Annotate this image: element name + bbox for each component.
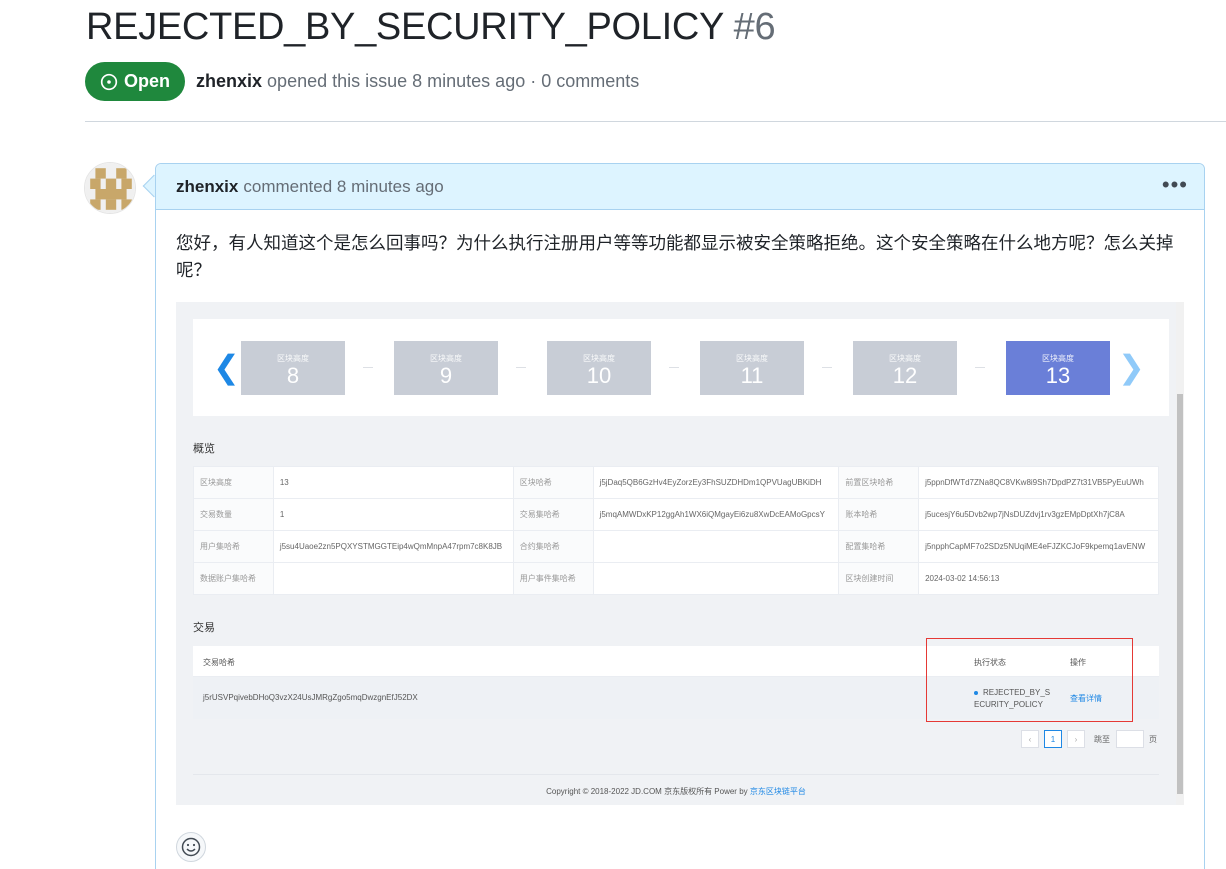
issue-meta-text: opened this issue 8 minutes ago · 0 comm… — [267, 71, 640, 91]
field-label: 区块哈希 — [512, 466, 594, 499]
add-reaction-button[interactable] — [176, 832, 206, 862]
page-suffix: 页 — [1149, 735, 1157, 744]
field-label: 交易数量 — [193, 498, 274, 531]
field-label: 区块创建时间 — [838, 562, 920, 595]
issue-opened-icon — [100, 73, 118, 90]
block-card[interactable]: 区块高度 10 — [547, 341, 651, 395]
block-card[interactable]: 区块高度 11 — [700, 341, 804, 395]
block-card-label: 区块高度 — [889, 354, 921, 363]
carousel-separator — [516, 367, 526, 368]
header-divider — [85, 121, 1226, 122]
avatar[interactable] — [84, 162, 136, 214]
footer-divider — [193, 774, 1159, 775]
copyright: Copyright © 2018-2022 JD.COM 京东版权所有 Powe… — [176, 786, 1176, 797]
embedded-screenshot[interactable]: ❮ 区块高度 8 区块高度 9 区块高度 10 区块高度 11 区块高度 12 区块高度 13 ❯ 概… — [176, 302, 1184, 805]
page-1-button[interactable]: 1 — [1044, 730, 1062, 748]
field-value: j5ucesjY6u5Dvb2wp7jNsDUZdvj1rv3gzEMpDptX… — [918, 498, 1159, 531]
copyright-text: Copyright © 2018-2022 JD.COM 京东版权所有 Powe… — [546, 787, 748, 796]
block-card[interactable]: 区块高度 13 — [1006, 341, 1110, 395]
state-label: Open — [123, 71, 170, 91]
field-value: 1 — [272, 498, 514, 531]
block-card-label: 区块高度 — [430, 354, 462, 363]
field-label: 区块高度 — [193, 466, 274, 499]
carousel-separator — [363, 367, 373, 368]
scrollbar-thumb[interactable] — [1177, 394, 1183, 794]
block-card-height: 9 — [439, 363, 453, 388]
block-card-height: 10 — [586, 363, 612, 388]
open-state-badge: Open — [85, 62, 185, 101]
field-value: j5su4Uaoe2zn5PQXYSTMGGTEip4wQmMnpA47rpm7… — [272, 530, 514, 563]
scrollbar[interactable] — [1176, 302, 1184, 805]
overview-title: 概览 — [193, 443, 215, 455]
issue-title-text: REJECTED_BY_SECURITY_POLICY — [86, 6, 724, 48]
block-carousel: ❮ 区块高度 8 区块高度 9 区块高度 10 区块高度 11 区块高度 12 区块高度 13 ❯ — [193, 319, 1169, 416]
block-card-height: 11 — [740, 363, 764, 388]
field-value: j5npphCapMF7o2SDz5NUqiME4eFJZKCJoF9kpemq… — [918, 530, 1159, 563]
jump-label: 跳至 — [1094, 735, 1110, 744]
field-label: 用户事件集哈希 — [512, 562, 594, 595]
overview-table: 区块高度 13 区块哈希 j5jDaq5QB6GzHv4EyZorzEy3FhSUZD… — [193, 466, 1159, 595]
highlight-box — [926, 638, 1133, 722]
field-label: 用户集哈希 — [193, 530, 274, 563]
block-card[interactable]: 区块高度 12 — [853, 341, 957, 395]
carousel-separator — [975, 367, 985, 368]
field-label: 合约集哈希 — [512, 530, 594, 563]
field-value: 13 — [272, 466, 514, 499]
chevron-left-icon: ❮ — [213, 349, 240, 385]
smiley-icon — [181, 837, 201, 857]
issue-number: #6 — [733, 6, 776, 48]
comment-box: zhenxix commented 8 minutes ago ••• 您好，有… — [155, 163, 1205, 869]
field-label: 账本哈希 — [838, 498, 920, 531]
field-value — [272, 562, 514, 595]
field-value: j5mqAMWDxKP12ggAh1WX6iQMgayEi6zu8XwDcEAM… — [592, 498, 840, 531]
field-value: 2024-03-02 14:56:13 — [918, 562, 1159, 595]
tx-hash: j5rUSVPqivebDHoQ3vzX24UsJMRgZgo5mqDwzgnE… — [203, 693, 418, 702]
block-card[interactable]: 区块高度 8 — [241, 341, 345, 395]
comment-body: 您好，有人知道这个是怎么回事吗？为什么执行注册用户等等功能都显示被安全策略拒绝。… — [176, 233, 1174, 280]
field-value — [592, 530, 840, 563]
comment-author-link[interactable]: zhenxix — [176, 177, 238, 197]
block-card-height: 12 — [892, 363, 918, 388]
field-value: j5ppnDfWTd7ZNa8QC8VKw8i9Sh7DpdPZ7t31VB5P… — [918, 466, 1159, 499]
field-label: 交易集哈希 — [512, 498, 594, 531]
jump-page-input[interactable] — [1116, 730, 1144, 748]
block-card-label: 区块高度 — [1042, 354, 1074, 363]
issue-title: REJECTED_BY_SECURITY_POLICY #6 — [86, 6, 776, 49]
transactions-title: 交易 — [193, 622, 215, 634]
table-row: 数据账户集哈希 用户事件集哈希 区块创建时间 2024-03-02 14:56:13 — [193, 562, 1159, 595]
field-value: j5jDaq5QB6GzHv4EyZorzEy3FhSUZDHDm1QPVUag… — [592, 466, 840, 499]
issue-author-link[interactable]: zhenxix — [196, 71, 262, 91]
block-card-label: 区块高度 — [736, 354, 768, 363]
comment-header: zhenxix commented 8 minutes ago ••• — [156, 164, 1204, 210]
carousel-separator — [822, 367, 832, 368]
field-label: 配置集哈希 — [838, 530, 920, 563]
platform-link[interactable]: 京东区块链平台 — [750, 787, 806, 796]
issue-meta: zhenxix opened this issue 8 minutes ago … — [196, 71, 639, 92]
block-card-height: 8 — [286, 363, 300, 388]
prev-page-button[interactable]: ‹ — [1021, 730, 1039, 748]
next-page-button[interactable]: › — [1067, 730, 1085, 748]
block-card-label: 区块高度 — [583, 354, 615, 363]
block-card-height: 13 — [1045, 363, 1071, 388]
kebab-menu-icon[interactable]: ••• — [1162, 174, 1188, 196]
field-label: 前置区块哈希 — [838, 466, 920, 499]
chevron-right-icon: ❯ — [1118, 349, 1145, 385]
comment-timestamp[interactable]: commented 8 minutes ago — [243, 177, 443, 197]
table-row: 用户集哈希 j5su4Uaoe2zn5PQXYSTMGGTEip4wQmMnpA4… — [193, 530, 1159, 563]
identicon-avatar — [85, 163, 135, 213]
table-row: 区块高度 13 区块哈希 j5jDaq5QB6GzHv4EyZorzEy3FhSUZD… — [193, 466, 1159, 499]
table-row: 交易数量 1 交易集哈希 j5mqAMWDxKP12ggAh1WX6iQMgayEi6… — [193, 498, 1159, 531]
header-tx-hash: 交易哈希 — [203, 658, 235, 667]
field-label: 数据账户集哈希 — [193, 562, 274, 595]
field-value — [592, 562, 840, 595]
block-card-label: 区块高度 — [277, 354, 309, 363]
carousel-separator — [669, 367, 679, 368]
block-card[interactable]: 区块高度 9 — [394, 341, 498, 395]
